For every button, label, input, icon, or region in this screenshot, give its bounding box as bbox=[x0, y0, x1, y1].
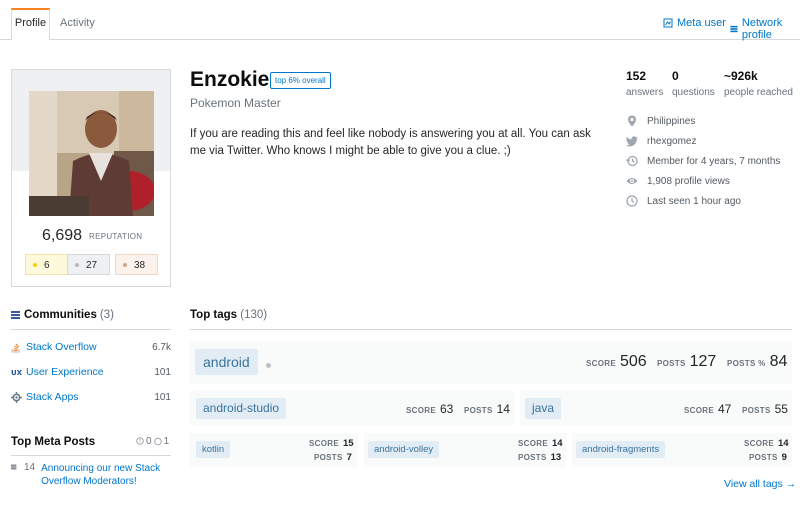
bronze-badges[interactable]: 38 bbox=[115, 254, 158, 275]
tag-android-volley[interactable]: android-volley bbox=[368, 441, 440, 458]
tag-android-fragments-posts: POSTS 9 bbox=[749, 452, 787, 463]
top-tag-row-primary: android SCORE 506 POSTS 127 POSTS % 84 bbox=[190, 341, 792, 384]
eye-icon bbox=[626, 178, 638, 184]
history-icon bbox=[626, 155, 638, 167]
community-stack-apps[interactable]: Stack Apps 101 bbox=[11, 390, 171, 404]
meta-post-score: 14 bbox=[23, 462, 36, 473]
communities-icon bbox=[11, 311, 20, 319]
meta-location: Philippines bbox=[626, 113, 695, 129]
location-icon bbox=[628, 115, 636, 127]
top-tag-row-android-volley: android-volley SCORE 14 POSTS 13 bbox=[364, 433, 566, 467]
meta-posts-counts: ? 0 1 bbox=[136, 436, 169, 447]
meta-post-title[interactable]: Announcing our new Stack Overflow Modera… bbox=[41, 462, 171, 488]
tag-android-volley-posts: POSTS 13 bbox=[518, 452, 562, 463]
view-all-tags-link[interactable]: View all tags → bbox=[724, 478, 796, 490]
gold-badge-icon bbox=[33, 263, 37, 268]
network-profile-link[interactable]: Network profile bbox=[730, 17, 800, 41]
meta-twitter[interactable]: rhexgomez bbox=[626, 133, 696, 149]
tag-android-studio-posts: POSTS 14 bbox=[464, 402, 510, 416]
stack-overflow-icon bbox=[11, 343, 20, 352]
clock-icon bbox=[626, 195, 638, 207]
community-user-experience[interactable]: UX User Experience 101 bbox=[11, 365, 171, 379]
tab-profile[interactable]: Profile bbox=[11, 8, 50, 40]
tag-kotlin-posts: POSTS 7 bbox=[314, 452, 352, 463]
bronze-badge-icon bbox=[123, 263, 127, 268]
tag-java-score: SCORE 47 bbox=[684, 402, 732, 416]
tag-android-posts-pct: POSTS % 84 bbox=[727, 353, 788, 370]
meta-user-link[interactable]: Meta user bbox=[663, 17, 726, 29]
top-tag-row-android-fragments: android-fragments SCORE 14 POSTS 9 bbox=[572, 433, 792, 467]
meta-post-item[interactable]: 14 Announcing our new Stack Overflow Mod… bbox=[11, 462, 171, 488]
user-bio: If you are reading this and feel like no… bbox=[190, 128, 591, 157]
communities-heading: Communities (3) bbox=[11, 309, 114, 321]
top-meta-posts-heading: Top Meta Posts bbox=[11, 436, 96, 448]
tag-android[interactable]: android bbox=[195, 349, 258, 375]
community-stack-overflow[interactable]: Stack Overflow 6.7k bbox=[11, 340, 171, 354]
top-tags-heading: Top tags (130) bbox=[190, 309, 268, 321]
user-title: Pokemon Master bbox=[190, 96, 281, 110]
tag-android-posts: POSTS 127 bbox=[657, 353, 717, 370]
tag-java[interactable]: java bbox=[525, 398, 562, 419]
svg-text:UX: UX bbox=[11, 369, 22, 377]
meta-user-icon bbox=[663, 18, 673, 28]
stat-answers: 152 answers bbox=[626, 69, 664, 98]
network-profile-label: Network profile bbox=[741, 17, 783, 41]
svg-text:?: ? bbox=[139, 439, 142, 445]
tag-kotlin[interactable]: kotlin bbox=[196, 441, 231, 458]
stat-questions: 0 questions bbox=[672, 69, 715, 98]
top-tag-row-java: java SCORE 47 POSTS 55 bbox=[520, 391, 792, 425]
stack-apps-icon bbox=[11, 391, 22, 403]
tab-activity[interactable]: Activity bbox=[60, 10, 95, 41]
tag-java-posts: POSTS 55 bbox=[742, 402, 788, 416]
meta-profile-views: 1,908 profile views bbox=[626, 173, 730, 189]
tag-android-score: SCORE 506 bbox=[586, 353, 647, 370]
tag-android-fragments-score: SCORE 14 bbox=[744, 438, 789, 449]
network-profile-icon bbox=[730, 25, 738, 33]
tag-badge-icon bbox=[266, 363, 271, 368]
reputation-value: 6,698 bbox=[42, 227, 83, 244]
question-icon: ? bbox=[136, 437, 144, 445]
avatar-photo bbox=[29, 91, 154, 216]
tag-kotlin-score: SCORE 15 bbox=[309, 438, 354, 449]
stat-people-reached: ~926k people reached bbox=[724, 69, 793, 98]
silver-badge-icon bbox=[75, 263, 79, 268]
profile-tab-bar: Profile Activity Meta user Network profi… bbox=[0, 0, 800, 41]
top-tag-row-android-studio: android-studio SCORE 63 POSTS 14 bbox=[190, 391, 514, 425]
user-name: Enzokie bbox=[190, 68, 270, 91]
avatar[interactable] bbox=[29, 91, 154, 216]
answer-icon bbox=[153, 437, 162, 446]
meta-post-icon bbox=[11, 464, 17, 470]
meta-last-seen: Last seen 1 hour ago bbox=[626, 193, 741, 209]
avatar-card: 6,698 REPUTATION 6 27 38 bbox=[11, 69, 171, 287]
top-percent-badge[interactable]: top 6% overall bbox=[270, 72, 331, 89]
ux-icon: UX bbox=[11, 369, 22, 377]
meta-user-label: Meta user bbox=[677, 17, 726, 29]
reputation-label: REPUTATION bbox=[89, 232, 143, 241]
tag-android-fragments[interactable]: android-fragments bbox=[576, 441, 666, 458]
silver-badges[interactable]: 27 bbox=[67, 254, 110, 275]
gold-badges[interactable]: 6 bbox=[25, 254, 68, 275]
tag-android-volley-score: SCORE 14 bbox=[518, 438, 563, 449]
tag-android-studio-score: SCORE 63 bbox=[406, 402, 454, 416]
twitter-icon bbox=[626, 136, 638, 147]
tag-android-studio[interactable]: android-studio bbox=[196, 398, 287, 419]
top-tag-row-kotlin: kotlin SCORE 15 POSTS 7 bbox=[190, 433, 358, 467]
meta-member-for: Member for 4 years, 7 months bbox=[626, 153, 780, 169]
